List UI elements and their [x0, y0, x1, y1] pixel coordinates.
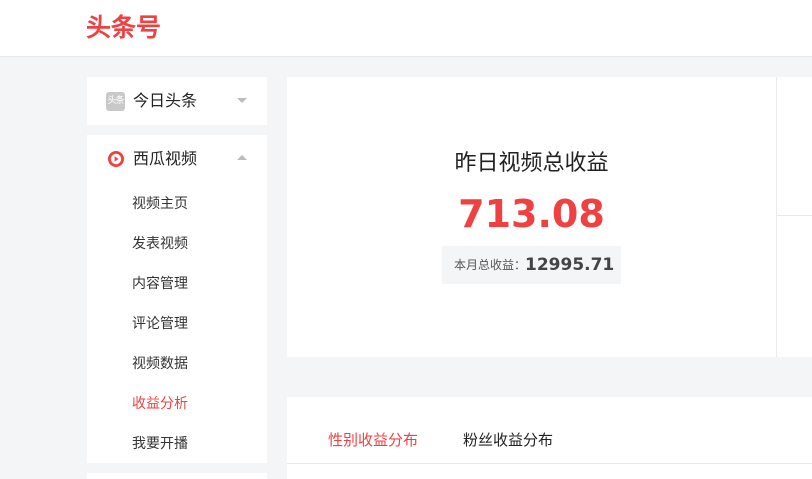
- tab-gender-revenue[interactable]: 性别收益分布: [328, 429, 418, 451]
- card-divider-horizontal: [777, 215, 812, 216]
- sidebar-section-xigua-header[interactable]: 西瓜视频: [87, 135, 267, 183]
- sidebar-section-next: [87, 473, 267, 479]
- top-bar: 头条号: [0, 0, 812, 57]
- yesterday-revenue-value: 713.08: [458, 192, 605, 236]
- sidebar-item-video-data[interactable]: 视频数据: [132, 354, 188, 374]
- sidebar-item-comment-management[interactable]: 评论管理: [132, 314, 188, 334]
- revenue-summary-card: 昨日视频总收益 713.08 本月总收益： 12995.71: [287, 77, 812, 357]
- sidebar-section-label: 西瓜视频: [133, 149, 198, 168]
- sidebar-item-start-live[interactable]: 我要开播: [132, 434, 188, 454]
- chevron-down-icon: [237, 98, 247, 103]
- month-revenue-value: 12995.71: [525, 255, 615, 275]
- xigua-video-icon: [108, 151, 124, 167]
- sidebar-section-toutiao-header[interactable]: 头条 今日头条: [87, 77, 267, 125]
- sidebar-item-publish-video[interactable]: 发表视频: [132, 234, 188, 254]
- month-revenue-label: 本月总收益：: [454, 258, 527, 272]
- tab-fans-revenue[interactable]: 粉丝收益分布: [463, 429, 553, 451]
- toutiao-icon: 头条: [106, 92, 125, 111]
- toutiaohao-logo[interactable]: 头条号: [86, 12, 161, 44]
- card-divider-vertical: [776, 77, 777, 357]
- sidebar-item-revenue-analysis[interactable]: 收益分析: [132, 394, 188, 414]
- sidebar-section-label: 今日头条: [133, 91, 198, 110]
- tabs-divider: [287, 463, 812, 464]
- sidebar-section-xigua: 西瓜视频 视频主页 发表视频 内容管理 评论管理 视频数据 收益分析 我要开播: [87, 135, 267, 463]
- distribution-tabs-card: 性别收益分布 粉丝收益分布: [287, 397, 812, 479]
- sidebar-section-toutiao: 头条 今日头条: [87, 77, 267, 125]
- sidebar-item-video-home[interactable]: 视频主页: [132, 194, 188, 214]
- sidebar-item-content-management[interactable]: 内容管理: [132, 274, 188, 294]
- yesterday-revenue-title: 昨日视频总收益: [454, 151, 609, 176]
- month-revenue-pill: 本月总收益： 12995.71: [442, 246, 621, 284]
- chevron-up-icon: [237, 155, 247, 160]
